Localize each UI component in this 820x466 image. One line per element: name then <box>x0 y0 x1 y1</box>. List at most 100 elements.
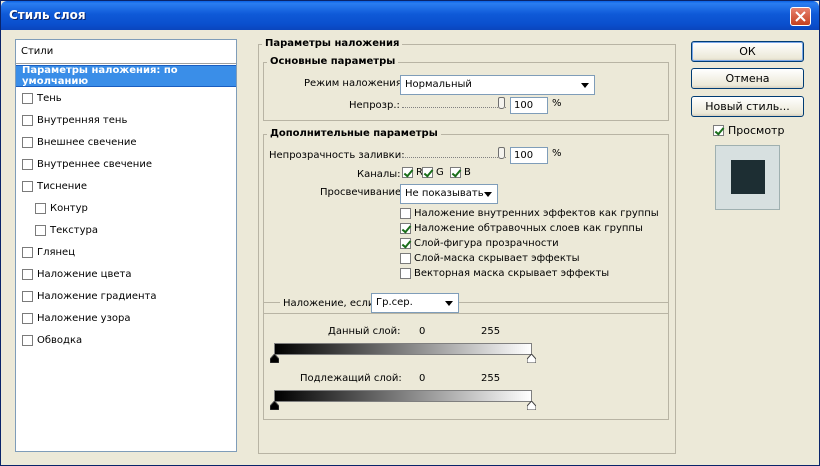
style-item-checkbox[interactable] <box>22 158 33 170</box>
style-list-item[interactable]: Внешнее свечение <box>16 131 236 153</box>
style-item-label: Наложение градиента <box>37 290 157 302</box>
advanced-option-label: Векторная маска скрывает эффекты <box>414 268 610 279</box>
opacity-slider-track[interactable] <box>402 107 506 109</box>
style-list-item[interactable]: Наложение узора <box>16 307 236 329</box>
style-item-label: Тиснение <box>37 180 87 192</box>
opacity-unit: % <box>552 98 562 109</box>
style-list-item[interactable]: Тиснение <box>16 175 236 197</box>
knockout-value: Не показывать <box>405 188 484 199</box>
advanced-option-checkbox[interactable] <box>400 238 411 249</box>
style-item-label: Текстура <box>50 224 99 236</box>
fill-opacity-input[interactable]: 100 <box>510 147 548 164</box>
this-layer-white-marker[interactable] <box>527 354 536 363</box>
style-list-item[interactable]: Параметры наложения: по умолчанию <box>16 65 236 87</box>
title-bar[interactable]: Стиль слоя <box>1 1 819 30</box>
blend-if-label: Наложение, если: <box>280 298 381 309</box>
channel-r-option[interactable]: R <box>402 167 423 178</box>
style-item-label: Внутреннее свечение <box>37 158 152 170</box>
underlying-layer-white-marker[interactable] <box>527 401 536 410</box>
advanced-option[interactable]: Слой-маска скрывает эффекты <box>400 253 580 264</box>
underlying-layer-gradient <box>274 390 532 402</box>
style-item-label: Глянец <box>37 246 76 258</box>
style-item-checkbox[interactable] <box>22 92 33 104</box>
fill-opacity-unit: % <box>552 148 562 159</box>
channel-checkbox[interactable] <box>450 167 461 178</box>
style-item-checkbox[interactable] <box>22 246 33 258</box>
fill-opacity-slider-thumb[interactable] <box>498 147 505 159</box>
channel-g-option[interactable]: G <box>422 167 444 178</box>
new-style-button[interactable]: Новый стиль... <box>691 96 804 117</box>
this-layer-black-marker[interactable] <box>270 354 279 363</box>
style-item-label: Контур <box>50 202 88 214</box>
channels-label: Каналы: <box>357 169 401 180</box>
style-list-item[interactable]: Глянец <box>16 241 236 263</box>
advanced-option[interactable]: Наложение обтравочных слоев как группы <box>400 223 643 234</box>
style-item-checkbox[interactable] <box>22 136 33 148</box>
advanced-option-checkbox[interactable] <box>400 223 411 234</box>
advanced-option[interactable]: Слой-фигура прозрачности <box>400 238 559 249</box>
opacity-input[interactable]: 100 <box>510 97 548 114</box>
underlying-layer-max: 255 <box>481 373 501 384</box>
advanced-option[interactable]: Наложение внутренних эффектов как группы <box>400 208 659 219</box>
preview-checkbox[interactable] <box>713 125 724 136</box>
blend-if-select[interactable]: Гр.сер. <box>371 293 459 313</box>
style-item-checkbox[interactable] <box>22 334 33 346</box>
style-list-item[interactable]: Контур <box>16 197 236 219</box>
style-list-item[interactable]: Тень <box>16 87 236 109</box>
blend-mode-label: Режим наложения: <box>304 78 406 89</box>
style-list-item[interactable]: Внутренняя тень <box>16 109 236 131</box>
cancel-button[interactable]: Отмена <box>691 68 804 89</box>
advanced-option-checkbox[interactable] <box>400 253 411 264</box>
this-layer-max: 255 <box>481 326 501 337</box>
blend-if-group <box>263 302 669 420</box>
style-item-label: Обводка <box>37 334 83 346</box>
style-item-label: Тень <box>37 92 62 104</box>
chevron-down-icon <box>445 301 453 306</box>
underlying-layer-label: Подлежащий слой: <box>300 373 402 384</box>
channel-checkbox[interactable] <box>422 167 433 178</box>
close-icon <box>795 11 806 22</box>
advanced-params-title: Дополнительные параметры <box>267 128 441 139</box>
advanced-option-checkbox[interactable] <box>400 268 411 279</box>
style-list-item[interactable]: Обводка <box>16 329 236 351</box>
opacity-label: Непрозр.: <box>349 100 400 111</box>
knockout-select[interactable]: Не показывать <box>400 184 498 204</box>
style-item-checkbox[interactable] <box>22 268 33 280</box>
fill-opacity-slider-track[interactable] <box>402 157 506 159</box>
advanced-option-checkbox[interactable] <box>400 208 411 219</box>
advanced-option-label: Слой-маска скрывает эффекты <box>414 253 580 264</box>
knockout-label: Просвечивание: <box>320 187 405 198</box>
advanced-option[interactable]: Векторная маска скрывает эффекты <box>400 268 609 279</box>
style-list-item[interactable]: Наложение цвета <box>16 263 236 285</box>
style-item-label: Наложение узора <box>37 312 131 324</box>
opacity-slider-thumb[interactable] <box>498 97 505 109</box>
styles-list: Стили Параметры наложения: по умолчанию Т… <box>15 39 237 452</box>
style-item-checkbox[interactable] <box>22 312 33 324</box>
this-layer-min: 0 <box>419 326 426 337</box>
channel-label: B <box>464 167 471 178</box>
channel-b-option[interactable]: B <box>450 167 471 178</box>
fill-opacity-label: Непрозрачность заливки: <box>269 150 405 161</box>
blend-mode-select[interactable]: Нормальный <box>400 75 595 95</box>
style-item-checkbox[interactable] <box>35 202 46 214</box>
blend-if-value: Гр.сер. <box>376 297 413 308</box>
style-list-item[interactable]: Наложение градиента <box>16 285 236 307</box>
this-layer-gradient <box>274 343 532 355</box>
chevron-down-icon <box>484 192 492 197</box>
preview-checkbox-row[interactable]: Просмотр <box>713 124 784 137</box>
styles-list-header[interactable]: Стили <box>16 40 236 64</box>
style-list-item[interactable]: Внутреннее свечение <box>16 153 236 175</box>
style-item-checkbox[interactable] <box>22 180 33 192</box>
preview-label: Просмотр <box>728 124 785 137</box>
close-button[interactable] <box>790 7 811 26</box>
underlying-layer-min: 0 <box>419 373 426 384</box>
channel-label: G <box>436 167 444 178</box>
channel-checkbox[interactable] <box>402 167 413 178</box>
style-item-checkbox[interactable] <box>22 114 33 126</box>
underlying-layer-black-marker[interactable] <box>270 401 279 410</box>
style-list-item[interactable]: Текстура <box>16 219 236 241</box>
style-item-label: Наложение цвета <box>37 268 132 280</box>
style-item-checkbox[interactable] <box>22 290 33 302</box>
style-item-checkbox[interactable] <box>35 224 46 236</box>
ok-button[interactable]: ОК <box>691 41 804 62</box>
